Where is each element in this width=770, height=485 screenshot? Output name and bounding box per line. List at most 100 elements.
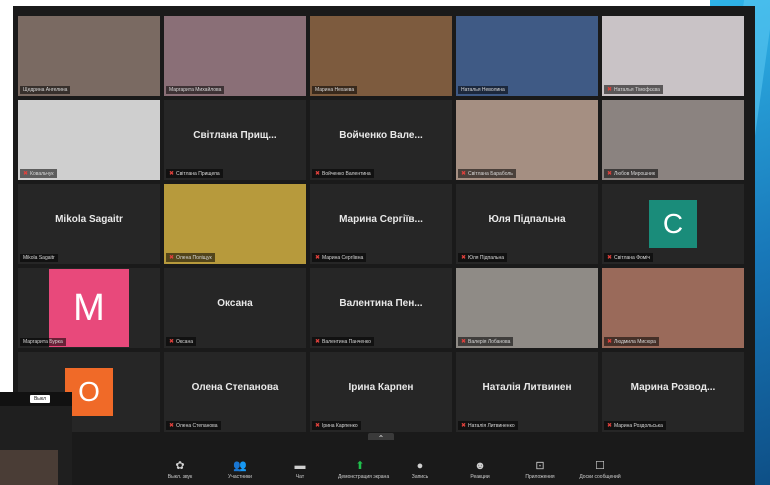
participant-tile[interactable]: M Маргарита Бурка — [18, 268, 160, 348]
participant-name: Олена Степанова — [176, 423, 218, 429]
participant-name-label: ✖ Юля Підпальна — [458, 253, 508, 262]
participant-display-name: Марина Сергіїв... — [339, 214, 423, 225]
toolbar-button-label: Участники — [228, 474, 252, 480]
participant-tile[interactable]: Марина Розвод... ✖ Марина Роздольська — [602, 352, 744, 432]
mic-muted-icon: ✖ — [461, 255, 467, 261]
participant-name: Mikola Sagaitr — [23, 255, 55, 261]
participant-tile[interactable]: ✖ Людмила Мисюра — [602, 268, 744, 348]
toolbar-button-label: Демонстрация экрана — [338, 474, 390, 480]
participant-name-label: ✖ Марина Роздольська — [604, 421, 666, 430]
participant-name-label: ✖ Світлана Фоміч — [604, 253, 653, 262]
participants-button[interactable]: 👥 Участники — [218, 460, 262, 480]
mic-muted-icon: ✖ — [169, 339, 175, 345]
participant-tile[interactable]: Наталія Литвинен ✖ Наталія Литвиненко — [456, 352, 598, 432]
gallery-view-grid: Щедрина Ангелина Маргарита Михайлова Марин… — [18, 16, 744, 434]
participant-tile[interactable]: Mikola Sagaitr Mikola Sagaitr — [18, 184, 160, 264]
participant-name: Щедрина Ангелина — [23, 87, 68, 93]
participant-tile[interactable]: Щедрина Ангелина — [18, 16, 160, 96]
participant-name: Любов Мирошник — [614, 171, 656, 177]
participant-name-label: ✖ Войченко Валентина — [312, 169, 374, 178]
participant-name: Ірина Карпенко — [322, 423, 358, 429]
participant-tile[interactable]: Олена Степанова ✖ Олена Степанова — [164, 352, 306, 432]
participant-tile[interactable]: C ✖ Світлана Фоміч — [602, 184, 744, 264]
participant-name-label: ✖ Марина Сергіївна — [312, 253, 367, 262]
participant-video — [18, 100, 160, 180]
mic-muted-icon: ✖ — [607, 171, 613, 177]
whiteboard-button[interactable]: ☐ Доски сообщений — [578, 460, 622, 480]
participant-tile[interactable]: ✖ Наталья Тімофєєва — [602, 16, 744, 96]
participant-avatar: O — [65, 368, 113, 416]
participant-display-name: Юля Підпальна — [488, 214, 566, 225]
participant-name: Маргарита Бурка — [23, 339, 63, 345]
participant-name-label: ✖ Наталія Литвиненко — [458, 421, 518, 430]
participant-display-name: Mikola Sagaitr — [55, 214, 123, 225]
participant-name-label: ✖ Людмила Мисюра — [604, 337, 659, 346]
participant-tile[interactable]: ✖ Любов Мирошник — [602, 100, 744, 180]
toolbar-button-label: Запись — [411, 474, 429, 480]
mic-muted-icon: ✖ — [461, 423, 467, 429]
self-view-header: Выкл — [0, 392, 72, 406]
apps-icon: ⊡ — [535, 460, 545, 472]
participant-video — [602, 268, 744, 348]
apps-button[interactable]: ⊡ Приложения — [518, 460, 562, 480]
participant-display-name: Войченко Вале... — [339, 130, 423, 141]
participant-name: Наталья Тімофєєва — [614, 87, 660, 93]
participant-tile[interactable]: ✖ Валерія Лобанова — [456, 268, 598, 348]
participant-display-name: Ірина Карпен — [348, 382, 414, 393]
mic-muted-icon: ✖ — [607, 255, 613, 261]
participant-tile[interactable]: Валентина Пен... ✖ Валентина Панченко — [310, 268, 452, 348]
participant-name: Марина Роздольська — [614, 423, 663, 429]
participant-tile[interactable]: Світлана Прищ... ✖ Світлана Прищепа — [164, 100, 306, 180]
participant-tile[interactable]: ✖ Олена Поліщук — [164, 184, 306, 264]
participant-name: Світлана Прищепа — [176, 171, 220, 177]
mic-muted-icon: ✖ — [607, 87, 613, 93]
toolbar-button-label: Реакции — [470, 474, 490, 480]
mic-button[interactable]: ✿ Выкл. звук — [158, 460, 202, 480]
participant-video — [602, 100, 744, 180]
participant-name-label: ✖ Олена Степанова — [166, 421, 221, 430]
mic-muted-icon: ✖ — [169, 255, 175, 261]
participant-tile[interactable]: Ірина Карпен ✖ Ірина Карпенко — [310, 352, 452, 432]
participant-display-name: Світлана Прищ... — [193, 130, 277, 141]
participant-tile[interactable]: Марина Нехаева — [310, 16, 452, 96]
self-view-badge[interactable]: Выкл — [30, 395, 50, 403]
self-view-video — [0, 450, 58, 485]
participant-tile[interactable]: ✖ Світлана Бараболь — [456, 100, 598, 180]
share-screen-button[interactable]: ⬆ Демонстрация экрана — [338, 460, 390, 480]
mic-muted-icon: ✖ — [315, 255, 321, 261]
participant-name: Оксана — [176, 339, 193, 345]
participant-tile[interactable]: Наталья Неволина — [456, 16, 598, 96]
participant-tile[interactable]: Маргарита Михайлова — [164, 16, 306, 96]
mic-muted-icon: ✖ — [315, 339, 321, 345]
participant-name-label: ✖ Світлана Прищепа — [166, 169, 223, 178]
mic-muted-icon: ✖ — [23, 171, 29, 177]
chat-button[interactable]: ▬ Чат — [278, 460, 322, 480]
participant-tile[interactable]: Юля Підпальна ✖ Юля Підпальна — [456, 184, 598, 264]
participant-tile[interactable]: Марина Сергіїв... ✖ Марина Сергіївна — [310, 184, 452, 264]
participant-name-label: ✖ Наталья Тімофєєва — [604, 85, 663, 94]
record-icon: ● — [416, 460, 424, 472]
participant-avatar: C — [649, 200, 697, 248]
toolbar-button-label: Чат — [295, 474, 305, 480]
participant-name: Олена Поліщук — [176, 255, 212, 261]
reactions-icon: ☻ — [474, 460, 486, 472]
mic-muted-icon: ✖ — [461, 171, 467, 177]
meeting-toolbar: ✿ Выкл. звук 👥 Участники ▬ Чат ⬆ Демонстрация э… — [13, 440, 755, 485]
participant-name: Марина Нехаева — [315, 87, 355, 93]
toolbar-button-label: Доски сообщений — [579, 474, 621, 480]
participant-name: Світлана Фоміч — [614, 255, 650, 261]
participant-name-label: Марина Нехаева — [312, 86, 358, 94]
participant-video — [18, 16, 160, 96]
participant-name: Маргарита Михайлова — [169, 87, 222, 93]
participant-avatar: M — [49, 269, 129, 347]
participant-tile[interactable]: Войченко Вале... ✖ Войченко Валентина — [310, 100, 452, 180]
record-button[interactable]: ● Запись — [398, 460, 442, 480]
participant-name-label: ✖ Олена Поліщук — [166, 253, 215, 262]
participant-name: Войченко Валентина — [322, 171, 371, 177]
mic-muted-icon: ✖ — [461, 339, 467, 345]
participant-name: Ковальчук — [30, 171, 54, 177]
participant-name: Марина Сергіївна — [322, 255, 364, 261]
participant-tile[interactable]: Оксана ✖ Оксана — [164, 268, 306, 348]
reactions-button[interactable]: ☻ Реакции — [458, 460, 502, 480]
participant-tile[interactable]: ✖ Ковальчук — [18, 100, 160, 180]
